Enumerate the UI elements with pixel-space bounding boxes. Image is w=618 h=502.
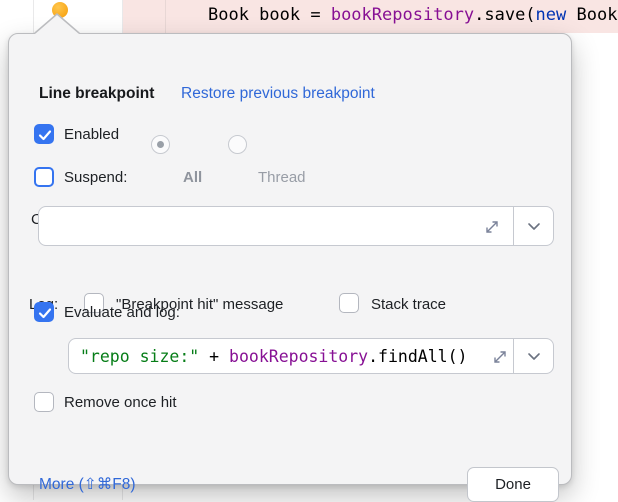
enabled-checkbox[interactable] <box>34 124 54 144</box>
code-plain: Book book = <box>208 5 331 25</box>
code-keyword: new <box>536 5 567 25</box>
code-plain: + <box>199 347 229 366</box>
evaluate-and-log-checkbox[interactable] <box>34 302 54 322</box>
code-string: "repo size:" <box>80 347 199 366</box>
suspend-all-label: All <box>183 169 202 186</box>
restore-previous-breakpoint-link[interactable]: Restore previous breakpoint <box>181 85 375 103</box>
code-plain: Book <box>566 5 617 25</box>
enabled-label: Enabled <box>64 126 119 143</box>
evaluate-and-log-label: Evaluate and log: <box>64 304 180 321</box>
stack-trace-label: Stack trace <box>371 296 446 313</box>
evaluate-input[interactable]: "repo size:" + bookRepository.findAll() <box>80 339 467 373</box>
line-breakpoint-popup: Line breakpoint Restore previous breakpo… <box>8 33 572 485</box>
suspend-all-radio[interactable] <box>151 135 170 154</box>
popup-callout-arrow <box>34 12 80 36</box>
code-field-ref: bookRepository <box>331 5 474 25</box>
remove-once-hit-checkbox[interactable] <box>34 392 54 412</box>
suspend-thread-label: Thread <box>258 169 306 186</box>
chevron-down-icon <box>527 222 541 231</box>
code-plain: .save( <box>474 5 535 25</box>
done-button[interactable]: Done <box>467 467 559 502</box>
more-settings-link[interactable]: More (⇧⌘F8) <box>39 475 136 494</box>
condition-combo <box>38 206 554 246</box>
code-field-ref: bookRepository <box>229 347 368 366</box>
expand-editor-icon[interactable] <box>483 218 501 236</box>
remove-once-hit-label: Remove once hit <box>64 394 177 411</box>
fold-gutter-separator <box>165 0 166 33</box>
code-line-text: Book book = bookRepository.save(new Book <box>208 0 617 33</box>
code-plain: .findAll() <box>368 347 467 366</box>
chevron-down-icon <box>527 352 541 361</box>
suspend-label: Suspend: <box>64 169 127 186</box>
evaluate-dropdown-button[interactable] <box>514 339 553 373</box>
checkmark-icon <box>36 126 54 144</box>
checkmark-icon <box>36 304 54 322</box>
condition-dropdown-button[interactable] <box>514 207 553 245</box>
radio-dot-icon <box>157 141 164 148</box>
expand-editor-icon[interactable] <box>491 348 509 366</box>
suspend-checkbox[interactable] <box>34 167 54 187</box>
done-button-label: Done <box>495 476 531 493</box>
popup-title: Line breakpoint <box>39 85 154 103</box>
stack-trace-checkbox[interactable] <box>339 293 359 313</box>
evaluate-combo: "repo size:" + bookRepository.findAll() <box>68 338 554 374</box>
suspend-thread-radio[interactable] <box>228 135 247 154</box>
